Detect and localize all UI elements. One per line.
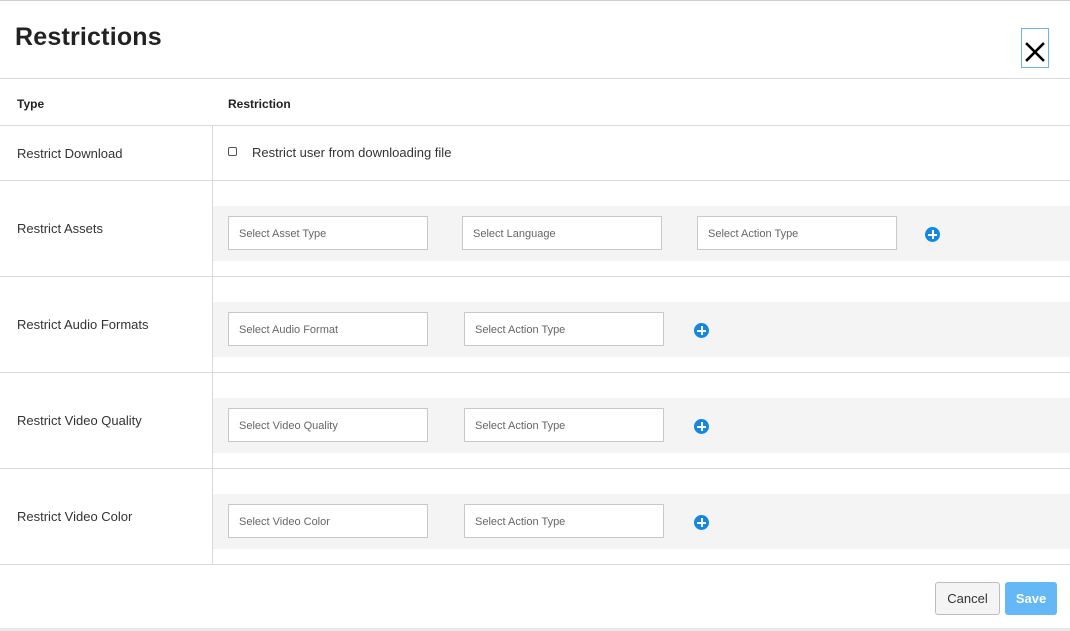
add-video-quality-restriction-icon[interactable] <box>694 419 709 434</box>
action-type-select[interactable]: Select Action Type <box>464 408 664 442</box>
cancel-button[interactable]: Cancel <box>935 582 1000 615</box>
row-label: Restrict Video Color <box>17 509 133 524</box>
language-select[interactable]: Select Language <box>462 216 662 250</box>
add-asset-restriction-icon[interactable] <box>925 227 940 242</box>
video-quality-select[interactable]: Select Video Quality <box>228 408 428 442</box>
action-type-select[interactable]: Select Action Type <box>697 216 897 250</box>
row-restrict-video-quality: Restrict Video Quality Select Video Qual… <box>0 373 1070 469</box>
row-label: Restrict Download <box>17 146 123 161</box>
row-label: Restrict Assets <box>17 221 103 236</box>
dialog-title: Restrictions <box>15 23 162 51</box>
row-restrict-assets: Restrict Assets Select Asset Type Select… <box>0 181 1070 277</box>
row-label: Restrict Audio Formats <box>17 317 149 332</box>
close-button[interactable] <box>1021 28 1049 68</box>
row-restrict-audio-formats: Restrict Audio Formats Select Audio Form… <box>0 277 1070 373</box>
action-type-select[interactable]: Select Action Type <box>464 504 664 538</box>
action-type-select[interactable]: Select Action Type <box>464 312 664 346</box>
add-video-color-restriction-icon[interactable] <box>694 515 709 530</box>
column-header-type: Type <box>17 97 45 111</box>
table-header: Type Restriction <box>0 80 1070 126</box>
restrict-download-checkbox[interactable] <box>228 147 237 156</box>
asset-type-select[interactable]: Select Asset Type <box>228 216 428 250</box>
row-label: Restrict Video Quality <box>17 413 142 428</box>
row-restrict-download: Restrict Download Restrict user from dow… <box>0 126 1070 181</box>
close-icon <box>1025 42 1045 62</box>
column-divider <box>212 126 213 180</box>
save-button[interactable]: Save <box>1005 582 1057 615</box>
restrict-download-checkbox-label[interactable]: Restrict user from downloading file <box>252 145 451 160</box>
restrictions-dialog: Restrictions Type Restriction Restrict D… <box>0 0 1070 628</box>
video-color-select[interactable]: Select Video Color <box>228 504 428 538</box>
dialog-header: Restrictions <box>0 1 1070 79</box>
audio-format-select[interactable]: Select Audio Format <box>228 312 428 346</box>
column-header-restriction: Restriction <box>228 97 291 111</box>
row-restrict-video-color: Restrict Video Color Select Video Color … <box>0 469 1070 564</box>
add-audio-restriction-icon[interactable] <box>694 323 709 338</box>
dialog-footer: Cancel Save <box>0 564 1070 629</box>
